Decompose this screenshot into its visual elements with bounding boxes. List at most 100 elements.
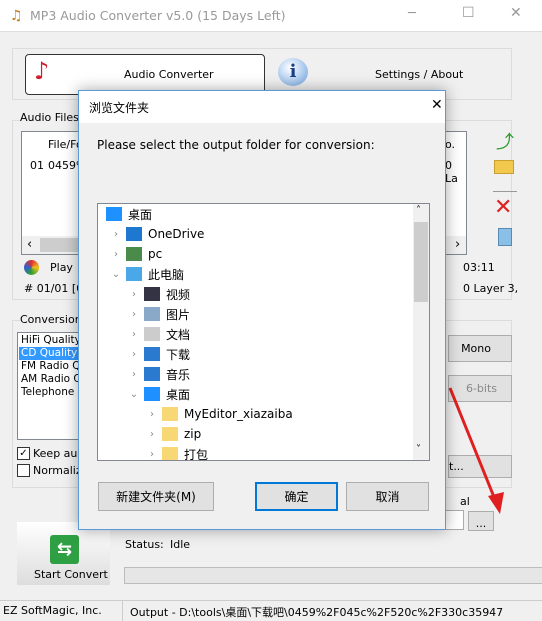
tree-item-label: pc	[148, 247, 163, 261]
output-path: Output - D:\tools\桌面\下载吧\0459%2F045c%2F5…	[130, 606, 504, 619]
arrow-head	[488, 492, 504, 514]
tree-item[interactable]: › 音乐	[128, 364, 190, 384]
tree-scrollbar[interactable]: ˄ ˅	[413, 204, 429, 460]
row-right: 0 La	[445, 159, 458, 185]
remove-icon[interactable]: ✕	[494, 195, 512, 220]
tab-audio-converter[interactable]: ♪ Audio Converter	[25, 54, 265, 95]
expand-chevron-icon[interactable]: ›	[146, 429, 158, 440]
checkbox-checked-icon[interactable]: ✓	[17, 447, 30, 460]
close-button[interactable]: ✕	[510, 5, 522, 21]
quality-option[interactable]: Telephone Q	[19, 386, 85, 399]
tree-item[interactable]: 桌面	[102, 204, 152, 224]
tree-item-label: 桌面	[128, 207, 153, 222]
tree-item[interactable]: › 打包	[146, 444, 209, 461]
download-icon	[144, 347, 160, 361]
expand-chevron-icon[interactable]: ›	[128, 309, 140, 320]
recycle-bin-icon[interactable]	[498, 228, 512, 246]
tree-item[interactable]: › zip	[146, 424, 201, 444]
cancel-button[interactable]: 取消	[346, 482, 429, 511]
row-number: 01	[30, 159, 44, 172]
tree-item-label: 音乐	[166, 367, 191, 382]
tree-item[interactable]: ⌄ 此电脑	[110, 264, 184, 284]
tree-item[interactable]: › OneDrive	[110, 224, 204, 244]
quality-option[interactable]: CD Quality	[19, 347, 85, 360]
tree-item[interactable]: ⌄ 桌面	[128, 384, 190, 404]
folder-icon	[162, 447, 178, 460]
expand-chevron-icon[interactable]: ⌄	[128, 389, 140, 400]
music-icon	[144, 367, 160, 381]
tree-item-label: OneDrive	[148, 227, 205, 241]
folder-tree[interactable]: ˄ ˅ 桌面 › OneDrive › pc ⌄ 此电脑 › 视频 › 图片 › 文档 › 下载 › 音乐 ⌄ 桌面…	[97, 203, 430, 461]
tree-item-label: 打包	[184, 447, 209, 461]
scroll-right-icon[interactable]: ›	[455, 237, 460, 252]
tree-item[interactable]: › pc	[110, 244, 162, 264]
tree-item-label: 视频	[166, 287, 191, 302]
column-right: o.	[445, 138, 456, 151]
tree-item[interactable]: › 视频	[128, 284, 190, 304]
tree-item[interactable]: › 下载	[128, 344, 190, 364]
status-value: Idle	[170, 538, 191, 551]
expand-chevron-icon[interactable]: ›	[128, 369, 140, 380]
tab-settings-about[interactable]: i	[278, 58, 310, 90]
app-icon: ♫	[10, 8, 23, 24]
music-note-icon: ♪	[34, 57, 50, 85]
desktop-icon	[144, 387, 160, 401]
scroll-left-icon[interactable]: ‹	[27, 237, 32, 252]
tree-item[interactable]: › 文档	[128, 324, 190, 344]
divider	[493, 191, 517, 192]
user-icon	[126, 247, 142, 261]
expand-chevron-icon[interactable]: ›	[128, 289, 140, 300]
tab-settings-label[interactable]: Settings / About	[375, 68, 463, 81]
expand-chevron-icon[interactable]: ›	[128, 349, 140, 360]
pictures-icon	[144, 307, 160, 321]
quality-option[interactable]: HiFi Quality	[19, 334, 85, 347]
expand-chevron-icon[interactable]: ›	[146, 449, 158, 460]
expand-chevron-icon[interactable]: ›	[110, 229, 122, 240]
minimize-button[interactable]: ─	[408, 6, 416, 21]
quality-list[interactable]: HiFi Quality CD Quality FM Radio Qu AM Radi…	[17, 332, 87, 440]
convert-arrows-icon: ⇆	[50, 535, 79, 564]
dialog-title-bar: 浏览文件夹 ✕	[79, 91, 445, 123]
play-icon[interactable]	[24, 260, 39, 275]
tab-label: Audio Converter	[124, 68, 214, 81]
keep-checkbox[interactable]: ✓ Keep aud	[17, 447, 84, 460]
expand-chevron-icon[interactable]: ›	[110, 249, 122, 260]
start-convert-label: Start Convert	[34, 568, 108, 581]
tree-item-label: MyEditor_xiazaiba	[184, 407, 293, 421]
quality-option[interactable]: FM Radio Qu	[19, 360, 85, 373]
new-folder-label: 新建文件夹(M)	[116, 490, 196, 504]
quality-option[interactable]: AM Radio Q	[19, 373, 85, 386]
checkbox-unchecked-icon[interactable]	[17, 464, 30, 477]
tree-item[interactable]: › 图片	[128, 304, 190, 324]
maximize-button[interactable]: ☐	[462, 5, 475, 21]
add-folder-icon[interactable]	[494, 160, 514, 174]
new-folder-button[interactable]: 新建文件夹(M)	[98, 482, 214, 511]
start-convert-button[interactable]: ⇆ Start Convert	[17, 522, 110, 585]
mono-button[interactable]: Mono	[448, 335, 512, 362]
expand-chevron-icon[interactable]: ›	[128, 329, 140, 340]
folder-icon	[162, 427, 178, 441]
company-name: EZ SoftMagic, Inc.	[3, 604, 102, 617]
tree-item-label: 下载	[166, 347, 191, 362]
window-title: MP3 Audio Converter v5.0 (15 Days Left)	[30, 8, 286, 23]
tree-item-label: zip	[184, 427, 202, 441]
tree-scrollbar-thumb[interactable]	[414, 222, 428, 302]
tree-item[interactable]: › MyEditor_xiazaiba	[146, 404, 293, 424]
ok-label: 确定	[284, 490, 309, 504]
arrow-shaft	[448, 387, 498, 503]
scroll-up-icon[interactable]: ˄	[416, 205, 421, 216]
expand-chevron-icon[interactable]: ›	[146, 409, 158, 420]
scroll-down-icon[interactable]: ˅	[416, 444, 421, 455]
expand-chevron-icon[interactable]: ⌄	[110, 269, 122, 280]
dialog-close-button[interactable]: ✕	[431, 97, 443, 113]
tree-item-label: 图片	[166, 307, 191, 322]
desktop-icon	[106, 207, 122, 221]
add-file-icon[interactable]: ⤴	[496, 128, 514, 154]
browse-folder-dialog: 浏览文件夹 ✕ Please select the output folder …	[78, 90, 446, 530]
dialog-prompt: Please select the output folder for conv…	[97, 138, 375, 152]
red-arrow-annotation	[448, 387, 504, 514]
computer-icon	[126, 267, 142, 281]
play-button[interactable]: Play	[50, 261, 73, 274]
tree-item-label: 此电脑	[148, 267, 185, 282]
ok-button[interactable]: 确定	[255, 482, 338, 511]
